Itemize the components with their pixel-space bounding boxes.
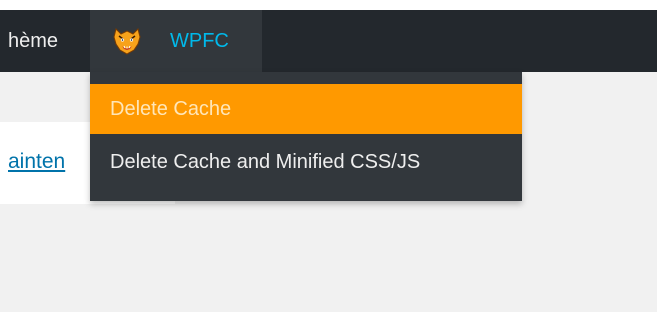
wpfc-dropdown-menu: Delete Cache Delete Cache and Minified C…	[90, 72, 522, 201]
tiger-logo-icon	[113, 28, 141, 55]
maintenance-link[interactable]: ainten	[8, 150, 65, 174]
admin-bar: hème WPFC	[0, 10, 657, 72]
delete-cache-and-minified-menu-item[interactable]: Delete Cache and Minified CSS/JS	[90, 137, 522, 187]
top-border	[0, 0, 657, 10]
delete-cache-menu-item[interactable]: Delete Cache	[90, 84, 522, 134]
admin-bar-item-wpfc[interactable]: WPFC	[90, 10, 262, 72]
wpfc-label: WPFC	[170, 30, 229, 52]
admin-bar-item-theme[interactable]: hème	[0, 10, 58, 72]
